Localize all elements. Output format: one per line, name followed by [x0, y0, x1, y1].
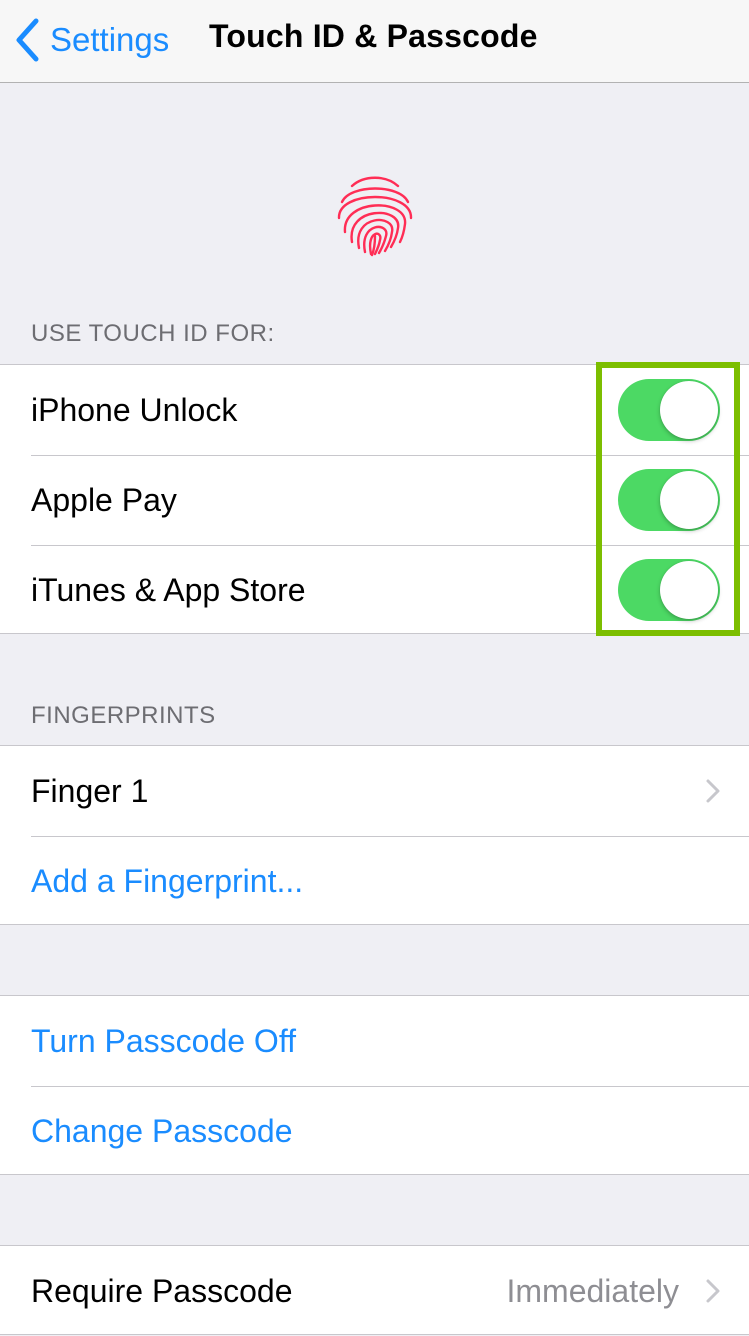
- page-title: Touch ID & Passcode: [209, 18, 538, 54]
- passcode-group: Turn Passcode Off Change Passcode: [0, 995, 749, 1175]
- row-itunes-app-store: iTunes & App Store: [0, 545, 749, 635]
- fingerprint-icon: [337, 176, 413, 257]
- chevron-right-icon: [706, 1279, 720, 1303]
- touch-id-group: iPhone Unlock Apple Pay iTunes & App Sto…: [0, 364, 749, 634]
- row-value: Immediately: [506, 1272, 680, 1309]
- toggle-knob: [660, 561, 718, 619]
- row-finger-1[interactable]: Finger 1: [0, 746, 749, 836]
- chevron-left-icon: [16, 18, 39, 62]
- section-header-fingerprints: FINGERPRINTS: [31, 702, 216, 729]
- row-label: Change Passcode: [31, 1112, 293, 1149]
- row-label: Add a Fingerprint...: [31, 862, 304, 899]
- chevron-right-icon: [706, 779, 720, 803]
- require-passcode-group: Require Passcode Immediately: [0, 1245, 749, 1335]
- row-require-passcode[interactable]: Require Passcode Immediately: [0, 1246, 749, 1336]
- add-fingerprint-button[interactable]: Add a Fingerprint...: [0, 836, 749, 926]
- row-label: iTunes & App Store: [31, 571, 306, 608]
- row-label: Finger 1: [31, 772, 149, 809]
- toggle-knob: [660, 471, 718, 529]
- toggle-knob: [660, 381, 718, 439]
- fingerprints-group: Finger 1 Add a Fingerprint...: [0, 745, 749, 925]
- iphone-unlock-toggle[interactable]: [618, 379, 720, 441]
- row-label: iPhone Unlock: [31, 391, 238, 428]
- back-button[interactable]: Settings: [14, 16, 169, 64]
- row-iphone-unlock: iPhone Unlock: [0, 365, 749, 455]
- section-header-touch-id: USE TOUCH ID FOR:: [31, 320, 275, 347]
- navigation-bar: Settings Touch ID & Passcode: [0, 0, 749, 83]
- change-passcode-button[interactable]: Change Passcode: [0, 1086, 749, 1176]
- apple-pay-toggle[interactable]: [618, 469, 720, 531]
- row-apple-pay: Apple Pay: [0, 455, 749, 545]
- back-button-label: Settings: [50, 21, 170, 58]
- row-label: Require Passcode: [31, 1272, 293, 1309]
- row-label: Apple Pay: [31, 481, 177, 518]
- itunes-app-store-toggle[interactable]: [618, 559, 720, 621]
- row-label: Turn Passcode Off: [31, 1022, 297, 1059]
- turn-passcode-off-button[interactable]: Turn Passcode Off: [0, 996, 749, 1086]
